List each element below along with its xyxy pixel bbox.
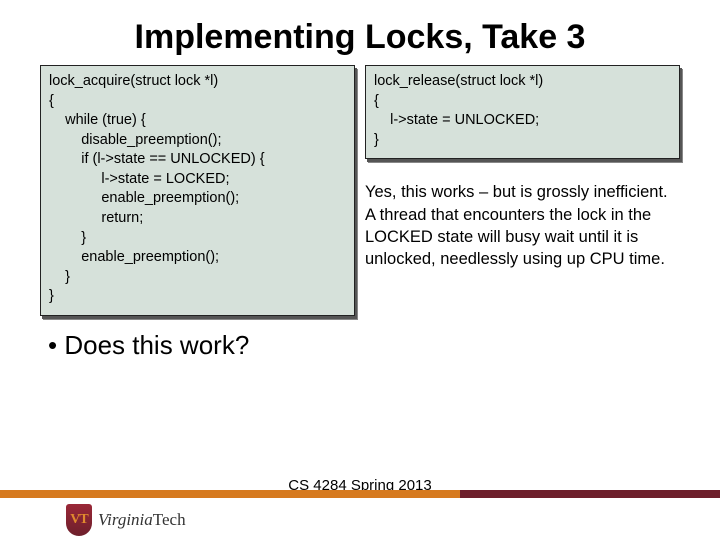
bar-maroon xyxy=(460,490,720,498)
left-column: lock_acquire(struct lock *l) { while (tr… xyxy=(40,65,355,361)
code-box-release: lock_release(struct lock *l) { l->state … xyxy=(365,65,680,159)
right-column: lock_release(struct lock *l) { l->state … xyxy=(365,65,680,361)
logo-text: VirginiaTech xyxy=(98,510,186,530)
code-box-acquire: lock_acquire(struct lock *l) { while (tr… xyxy=(40,65,355,316)
footer: CS 4284 Spring 2013 VT VirginiaTech xyxy=(0,484,720,540)
content-row: lock_acquire(struct lock *l) { while (tr… xyxy=(0,65,720,361)
vt-logo: VT VirginiaTech xyxy=(66,504,186,536)
page-title: Implementing Locks, Take 3 xyxy=(0,0,720,65)
logo-text-italic: Virginia xyxy=(98,510,153,529)
vt-monogram: VT xyxy=(70,512,87,528)
footer-bar xyxy=(0,490,720,498)
analysis-text: Yes, this works – but is grossly ineffic… xyxy=(365,181,680,270)
bullet-question: • Does this work? xyxy=(40,330,355,361)
shield-icon: VT xyxy=(66,504,92,536)
logo-text-rest: Tech xyxy=(153,510,186,529)
slide: Implementing Locks, Take 3 lock_acquire(… xyxy=(0,0,720,540)
bar-orange xyxy=(0,490,460,498)
